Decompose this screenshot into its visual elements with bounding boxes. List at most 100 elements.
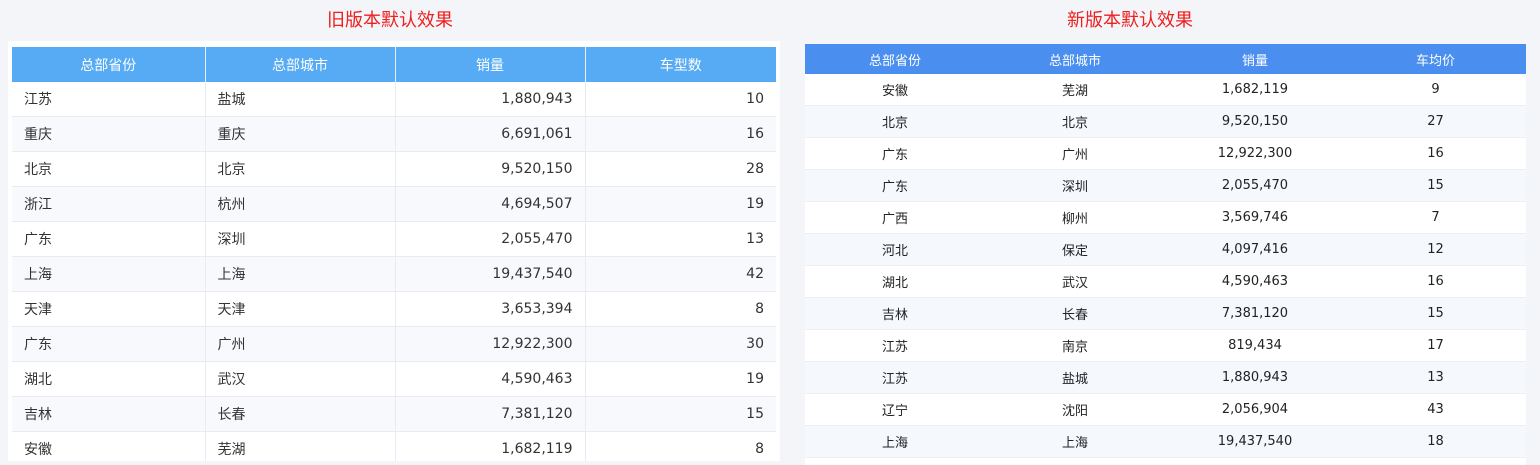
- cell-city: 天津: [205, 291, 396, 327]
- column-header-model-count[interactable]: 车型数: [585, 47, 776, 82]
- cell-value: 8: [585, 291, 776, 327]
- column-header-province[interactable]: 总部省份: [805, 44, 985, 74]
- table-row[interactable]: 广东 深圳 2,055,470 15: [805, 169, 1526, 202]
- cell-value: 27: [1345, 105, 1526, 138]
- cell-sales: 1,682,119: [1165, 74, 1345, 106]
- cell-sales: 6,691,061: [395, 116, 586, 152]
- cell-city: 深圳: [985, 169, 1165, 202]
- cell-value: 30: [585, 326, 776, 362]
- cell-province: 吉林: [12, 396, 206, 432]
- table-row[interactable]: 安徽 芜湖 1,682,119 9: [805, 74, 1526, 106]
- table-row[interactable]: 江苏 盐城 1,880,943 13: [805, 361, 1526, 394]
- cell-city: 上海: [985, 425, 1165, 458]
- column-header-province[interactable]: 总部省份: [12, 47, 206, 82]
- cell-sales: 1,682,119: [395, 431, 586, 461]
- cell-city: 北京: [985, 105, 1165, 138]
- cell-city: 武汉: [205, 361, 396, 397]
- table-row[interactable]: 上海 上海 19,437,540 42: [12, 256, 776, 292]
- cell-value: 28: [585, 151, 776, 187]
- table-row[interactable]: 广东 广州 12,922,300 16: [805, 137, 1526, 170]
- old-version-table: 总部省份 总部城市 销量 车型数 江苏 盐城 1,880,943 10 重庆 重庆 6,69…: [12, 47, 776, 461]
- cell-sales: 3,653,394: [395, 291, 586, 327]
- column-header-sales[interactable]: 销量: [395, 47, 586, 82]
- table-header-row: 总部省份 总部城市 销量 车型数: [12, 47, 776, 82]
- cell-city: 保定: [985, 233, 1165, 266]
- cell-city: 重庆: [205, 116, 396, 152]
- new-version-title: 新版本默认效果: [1067, 10, 1193, 31]
- cell-province: 辽宁: [805, 393, 985, 426]
- table-row[interactable]: 广东 广州 12,922,300 30: [12, 326, 776, 362]
- column-header-avg-price[interactable]: 车均价: [1345, 44, 1526, 74]
- cell-sales: 9,520,150: [1165, 105, 1345, 138]
- cell-province: 吉林: [805, 297, 985, 330]
- table-row[interactable]: 北京 北京 9,520,150 27: [805, 105, 1526, 138]
- table-row[interactable]: 北京 北京 9,520,150 28: [12, 151, 776, 187]
- cell-city: 武汉: [985, 265, 1165, 298]
- cell-province: 安徽: [805, 74, 985, 106]
- cell-sales: 3,569,746: [1165, 201, 1345, 234]
- cell-value: 18: [1345, 425, 1526, 458]
- cell-sales: 9,520,150: [395, 151, 586, 187]
- column-header-city[interactable]: 总部城市: [985, 44, 1165, 74]
- table-row[interactable]: 吉林 长春 7,381,120 15: [12, 396, 776, 432]
- cell-sales: 12,922,300: [395, 326, 586, 362]
- table-row[interactable]: 江苏 南京 819,434 17: [805, 329, 1526, 362]
- cell-city: 芜湖: [205, 431, 396, 461]
- cell-value: 15: [585, 396, 776, 432]
- cell-province: 广西: [805, 201, 985, 234]
- column-header-city[interactable]: 总部城市: [205, 47, 396, 82]
- cell-sales: 2,055,470: [395, 221, 586, 257]
- cell-city: 沈阳: [985, 393, 1165, 426]
- cell-province: 上海: [805, 425, 985, 458]
- cell-city: 上海: [205, 256, 396, 292]
- table-row[interactable]: 湖北 武汉 4,590,463 16: [805, 265, 1526, 298]
- cell-value: 17: [1345, 329, 1526, 362]
- cell-value: 42: [585, 256, 776, 292]
- cell-value: 16: [585, 116, 776, 152]
- table-row[interactable]: 上海 上海 19,437,540 18: [805, 425, 1526, 458]
- cell-sales: 4,590,463: [395, 361, 586, 397]
- cell-sales: 7,381,120: [1165, 297, 1345, 330]
- table-row[interactable]: 江苏 盐城 1,880,943 10: [12, 82, 776, 117]
- cell-value: 19: [585, 186, 776, 222]
- cell-sales: 2,056,904: [1165, 393, 1345, 426]
- cell-province: 北京: [805, 105, 985, 138]
- cell-value: 8: [585, 431, 776, 461]
- table-row[interactable]: 河北 保定 4,097,416 12: [805, 233, 1526, 266]
- cell-sales: 1,880,943: [395, 82, 586, 117]
- cell-value: 10: [585, 82, 776, 117]
- table-row[interactable]: 湖北 武汉 4,590,463 19: [12, 361, 776, 397]
- table-row[interactable]: 广西 柳州 3,569,746 7: [805, 201, 1526, 234]
- table-row[interactable]: 安徽 芜湖 1,682,119 8: [12, 431, 776, 461]
- cell-value: 7: [1345, 201, 1526, 234]
- table-row[interactable]: 天津 天津 3,653,394 8: [12, 291, 776, 327]
- cell-city: 盐城: [205, 82, 396, 117]
- cell-province: 江苏: [805, 329, 985, 362]
- cell-value: 16: [1345, 137, 1526, 170]
- cell-sales: 7,381,120: [395, 396, 586, 432]
- cell-province: 安徽: [12, 431, 206, 461]
- cell-value: 16: [1345, 265, 1526, 298]
- new-table-body: 安徽 芜湖 1,682,119 9 北京 北京 9,520,150 27 广东 广州 12,922,…: [805, 74, 1526, 458]
- table-row[interactable]: 广东 深圳 2,055,470 13: [12, 221, 776, 257]
- cell-province: 天津: [12, 291, 206, 327]
- cell-province: 上海: [12, 256, 206, 292]
- old-table-body: 江苏 盐城 1,880,943 10 重庆 重庆 6,691,061 16 北京 北京 9,520,…: [12, 82, 776, 461]
- table-row[interactable]: 辽宁 沈阳 2,056,904 43: [805, 393, 1526, 426]
- cell-city: 深圳: [205, 221, 396, 257]
- cell-city: 盐城: [985, 361, 1165, 394]
- cell-city: 柳州: [985, 201, 1165, 234]
- cell-city: 广州: [985, 137, 1165, 170]
- new-version-table: 总部省份 总部城市 销量 车均价 安徽 芜湖 1,682,119 9 北京 北京 9,520…: [805, 44, 1526, 458]
- table-header-row: 总部省份 总部城市 销量 车均价: [805, 44, 1526, 74]
- cell-sales: 2,055,470: [1165, 169, 1345, 202]
- table-row[interactable]: 重庆 重庆 6,691,061 16: [12, 116, 776, 152]
- cell-value: 15: [1345, 169, 1526, 202]
- table-row[interactable]: 浙江 杭州 4,694,507 19: [12, 186, 776, 222]
- old-version-table-panel: 总部省份 总部城市 销量 车型数 江苏 盐城 1,880,943 10 重庆 重庆 6,69…: [8, 41, 780, 461]
- cell-value: 9: [1345, 74, 1526, 106]
- table-row[interactable]: 吉林 长春 7,381,120 15: [805, 297, 1526, 330]
- cell-sales: 4,097,416: [1165, 233, 1345, 266]
- cell-city: 北京: [205, 151, 396, 187]
- column-header-sales[interactable]: 销量: [1165, 44, 1345, 74]
